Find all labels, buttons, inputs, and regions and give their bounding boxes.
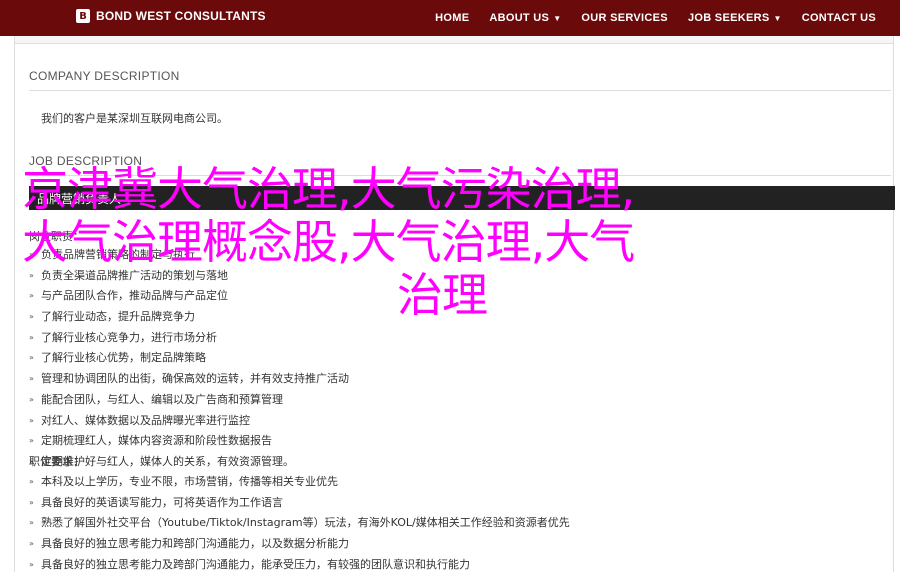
list-item: » 管理和协调团队的出街，确保高效的运转，并有效支持推广活动 <box>29 369 349 390</box>
list-item: » 负责全渠道品牌推广活动的策划与落地 <box>29 266 349 287</box>
divider <box>29 90 891 91</box>
bullet-icon: » <box>29 559 34 569</box>
logo-text: BOND WEST CONSULTANTS <box>96 9 266 23</box>
duties-label: 岗位职责： <box>29 230 84 243</box>
list-item: » 了解行业核心竞争力，进行市场分析 <box>29 328 349 349</box>
bullet-icon: » <box>29 518 34 528</box>
bullet-icon: » <box>29 270 34 280</box>
list-item: » 与产品团队合作，推动品牌与产品定位 <box>29 286 349 307</box>
list-item: » 对红人、媒体数据以及品牌曝光率进行监控 <box>29 411 349 432</box>
nav-job-seekers[interactable]: JOB SEEKERS ▼ <box>688 12 782 24</box>
bullet-icon: » <box>29 539 34 549</box>
bullet-icon: » <box>29 291 34 301</box>
header-substrip <box>14 36 894 44</box>
list-item: » 负责品牌营销策略的制定与执行 <box>29 245 349 266</box>
site-logo[interactable]: B BOND WEST CONSULTANTS <box>76 9 266 23</box>
list-item: » 具备良好的独立思考能力和跨部门沟通能力，以及数据分析能力 <box>29 534 570 555</box>
bullet-icon: » <box>29 415 34 425</box>
list-item: » 具备良好的独立思考能力及跨部门沟通能力，能承受压力，有较强的团队意识和执行能力 <box>29 555 570 572</box>
nav-label: JOB SEEKERS <box>687 12 770 24</box>
bullet-icon: » <box>29 436 34 446</box>
main-nav: HOME ABOUT US ▼ OUR SERVICES JOB SEEKERS ▼… <box>435 0 876 36</box>
nav-about-us[interactable]: ABOUT US ▼ <box>489 12 561 24</box>
chevron-down-icon: ▼ <box>773 13 782 23</box>
nav-contact-us[interactable]: CONTACT US <box>802 12 876 24</box>
chevron-down-icon: ▼ <box>553 13 562 23</box>
divider <box>29 175 891 176</box>
bullet-icon: » <box>29 394 34 404</box>
bullet-icon: » <box>29 477 34 486</box>
duties-list: » 负责品牌营销策略的制定与执行 » 负责全渠道品牌推广活动的策划与落地 » 与产品团… <box>29 245 349 473</box>
requirements-list: » 本科及以上学历，专业不限，市场营销，传播等相关专业优先 » 具备良好的英语读写能… <box>29 472 570 572</box>
company-description-text: 我们的客户是某深圳互联网电商公司。 <box>41 112 228 125</box>
nav-label: OUR SERVICES <box>581 12 668 24</box>
company-description-title: COMPANY DESCRIPTION <box>29 69 180 83</box>
list-item: » 能配合团队，与红人、编辑以及广告商和预算管理 <box>29 390 349 411</box>
bullet-icon: » <box>29 497 34 507</box>
bullet-icon: » <box>29 332 34 342</box>
list-item: » 具备良好的英语读写能力，可将英语作为工作语言 <box>29 493 570 514</box>
requirements-label: 职位要求： <box>29 455 84 468</box>
bullet-icon: » <box>29 374 34 384</box>
bullet-icon: » <box>29 312 34 322</box>
list-item: » 熟悉了解国外社交平台（Youtube/Tiktok/Instagram等）玩法… <box>29 513 570 534</box>
job-content: COMPANY DESCRIPTION 我们的客户是某深圳互联网电商公司。 JO… <box>14 44 895 572</box>
logo-mark-icon: B <box>76 9 90 23</box>
job-title-bar: 品牌营销负责人 <box>29 186 895 210</box>
bullet-icon: » <box>29 353 34 363</box>
list-item: » 本科及以上学历，专业不限，市场营销，传播等相关专业优先 <box>29 472 570 493</box>
top-navbar: B BOND WEST CONSULTANTS HOME ABOUT US ▼ O… <box>0 0 900 36</box>
nav-our-services[interactable]: OUR SERVICES <box>581 12 668 24</box>
nav-home[interactable]: HOME <box>435 12 469 24</box>
list-item: » 定期梳理红人，媒体内容资源和阶段性数据报告 <box>29 431 349 452</box>
list-item: » 了解行业动态，提升品牌竞争力 <box>29 307 349 328</box>
nav-label: CONTACT US <box>801 12 876 24</box>
bullet-icon: » <box>29 250 34 259</box>
nav-label: HOME <box>435 12 470 24</box>
list-item: » 了解行业核心优势，制定品牌策略 <box>29 348 349 369</box>
nav-label: ABOUT US <box>489 12 550 24</box>
job-description-title: JOB DESCRIPTION <box>29 154 143 168</box>
